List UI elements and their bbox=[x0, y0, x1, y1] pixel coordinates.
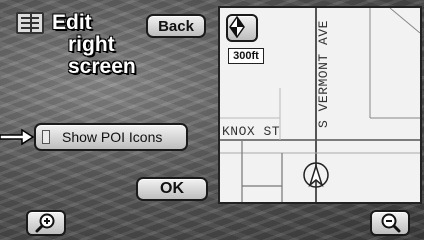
street-label-vermont: S VERMONT AVE bbox=[316, 20, 331, 128]
list-icon bbox=[16, 12, 44, 34]
show-poi-icons-label: Show POI Icons bbox=[62, 129, 163, 145]
map-preview[interactable]: 300ft S VERMONT AVE KNOX ST bbox=[218, 6, 422, 204]
arrow-pointer-icon bbox=[0, 128, 34, 146]
ok-button[interactable]: OK bbox=[136, 177, 208, 201]
zoom-out-button[interactable] bbox=[370, 210, 410, 236]
nav-screen: Edit right screen Back Show POI Icons OK bbox=[0, 0, 424, 240]
zoom-in-button[interactable] bbox=[26, 210, 66, 236]
zoom-in-icon bbox=[35, 213, 55, 233]
street-label-knox: KNOX ST bbox=[222, 124, 281, 139]
title-screen: screen bbox=[68, 55, 136, 78]
title-edit: Edit bbox=[52, 11, 92, 34]
compass-button[interactable] bbox=[226, 14, 258, 42]
poi-indicator bbox=[42, 130, 50, 144]
show-poi-icons-button[interactable]: Show POI Icons bbox=[34, 123, 188, 151]
zoom-out-icon bbox=[381, 213, 401, 233]
back-button[interactable]: Back bbox=[146, 14, 206, 38]
compass-icon bbox=[229, 16, 245, 38]
map-scale: 300ft bbox=[228, 48, 264, 64]
title-right: right bbox=[68, 33, 115, 56]
